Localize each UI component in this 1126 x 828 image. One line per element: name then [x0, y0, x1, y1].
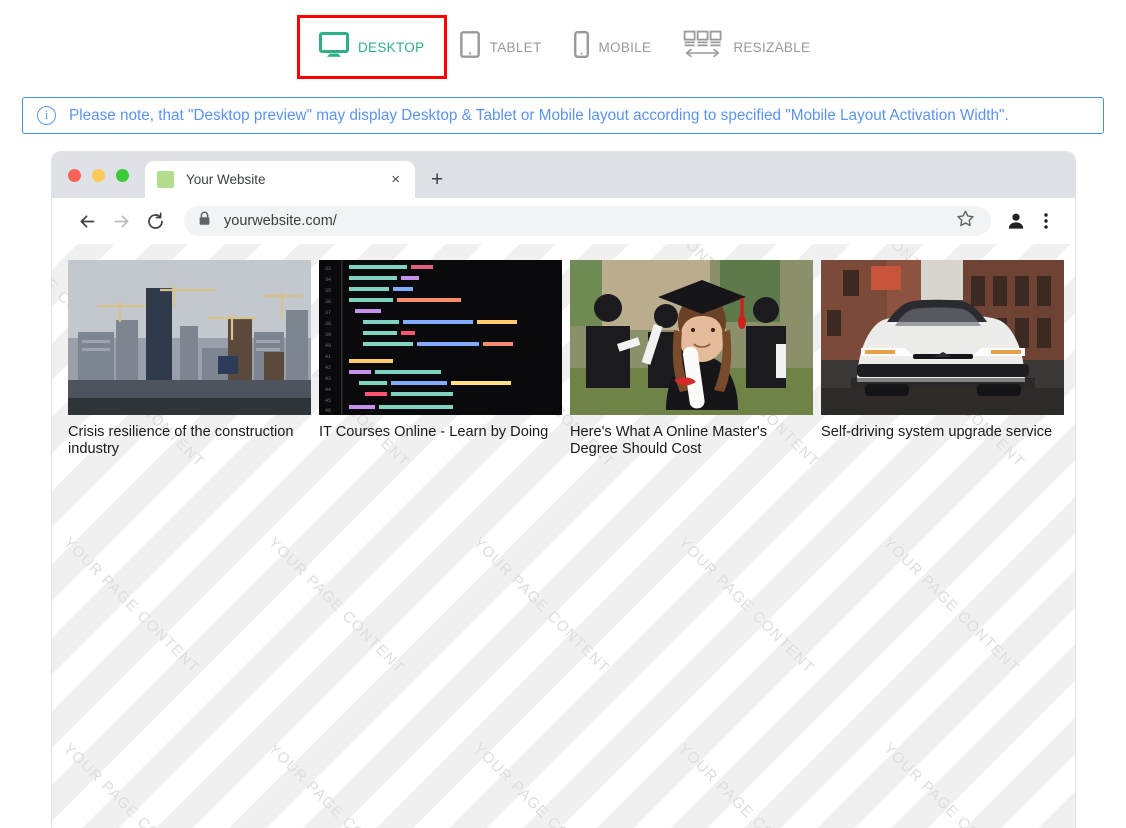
info-icon: i [37, 106, 56, 125]
device-tab-resizable-label: RESIZABLE [733, 39, 811, 55]
svg-text:40: 40 [325, 343, 331, 349]
svg-text:39: 39 [325, 332, 331, 338]
article-card[interactable]: Self-driving system upgrade service [821, 260, 1064, 458]
svg-text:33: 33 [325, 266, 331, 272]
svg-text:44: 44 [325, 387, 331, 393]
preview-notice-bar: i Please note, that "Desktop preview" ma… [22, 97, 1104, 134]
article-card-caption: Here's What A Online Master's Degree Sho… [570, 424, 767, 458]
website-page-content: YOUR PAGE CONTENT YOUR PAGE CONTENT YOUR… [52, 244, 1075, 828]
article-card-list: Crisis resilience of the construction in… [52, 244, 1075, 458]
device-tab-tablet[interactable]: TABLET [444, 18, 558, 76]
browser-toolbar: yourwebsite.com/ [52, 198, 1075, 244]
device-tab-desktop-label: DESKTOP [358, 39, 425, 55]
article-card-caption: Crisis resilience of the construction in… [68, 424, 294, 458]
favicon-icon [157, 171, 174, 188]
watermark-text: YOUR PAGE CONTENT [59, 740, 203, 828]
svg-text:42: 42 [325, 365, 331, 371]
graduation-photo [570, 260, 813, 415]
watermark-text: YOUR PAGE CONTENT [469, 740, 613, 828]
monitor-icon [319, 31, 349, 63]
device-tab-desktop[interactable]: DESKTOP [296, 15, 447, 79]
article-card[interactable]: 33 34 35 36 37 38 39 40 41 42 43 44 45 46 [319, 260, 562, 458]
person-icon[interactable] [1001, 206, 1031, 236]
svg-text:41: 41 [325, 354, 331, 360]
preview-notice-text: Please note, that "Desktop preview" may … [69, 106, 1009, 124]
close-icon[interactable]: × [388, 170, 403, 189]
watermark-text: YOUR PAGE CONTENT [264, 534, 408, 677]
watermark-text: YOUR PAGE CONTENT [264, 740, 408, 828]
address-bar-url: yourwebsite.com/ [224, 213, 337, 229]
svg-text:36: 36 [325, 299, 331, 305]
resizable-icon [683, 30, 723, 65]
watermark-text: YOUR PAGE CONTENT [879, 740, 1023, 828]
browser-tab-strip: Your Website × + [52, 152, 1075, 198]
watermark-text: YOUR PAGE CONTENT [674, 740, 818, 828]
browser-preview-window: Your Website × + yourwebsite.com/ YOUR P… [52, 152, 1075, 828]
window-zoom-button[interactable] [116, 168, 129, 182]
device-preview-selector: DESKTOP TABLET MOBILE RESIZABLE [0, 0, 1126, 94]
svg-text:35: 35 [325, 288, 331, 294]
article-card[interactable]: Here's What A Online Master's Degree Sho… [570, 260, 813, 458]
reload-icon[interactable] [138, 204, 172, 238]
star-icon[interactable] [956, 209, 977, 233]
mobile-icon [573, 31, 589, 63]
svg-text:37: 37 [325, 310, 331, 316]
tablet-icon [459, 31, 480, 63]
svg-text:46: 46 [325, 408, 331, 414]
kebab-menu-icon[interactable] [1031, 206, 1061, 236]
svg-text:45: 45 [325, 398, 331, 404]
device-tab-tablet-label: TABLET [489, 39, 542, 55]
source-code-photo: 33 34 35 36 37 38 39 40 41 42 43 44 45 46 [319, 260, 562, 415]
svg-text:38: 38 [325, 321, 331, 327]
device-tab-mobile-label: MOBILE [598, 39, 652, 55]
svg-text:34: 34 [325, 277, 331, 283]
watermark-text: YOUR PAGE CONTENT [674, 534, 818, 677]
window-close-button[interactable] [68, 168, 81, 182]
white-car-photo [821, 260, 1064, 415]
arrow-left-icon[interactable] [70, 204, 104, 238]
browser-tab-title: Your Website [186, 172, 266, 187]
window-minimize-button[interactable] [92, 168, 105, 182]
watermark-text: YOUR PAGE CONTENT [59, 534, 203, 677]
svg-text:43: 43 [325, 376, 331, 382]
new-tab-button[interactable]: + [431, 169, 443, 190]
article-card[interactable]: Crisis resilience of the construction in… [68, 260, 311, 458]
browser-tab[interactable]: Your Website × [145, 161, 415, 198]
article-card-caption: IT Courses Online - Learn by Doing [319, 424, 549, 440]
article-card-caption: Self-driving system upgrade service [821, 424, 1053, 440]
lock-icon [198, 211, 211, 231]
address-bar[interactable]: yourwebsite.com/ [184, 206, 991, 236]
construction-site-photo [68, 260, 311, 415]
window-controls [68, 152, 145, 198]
device-tab-resizable[interactable]: RESIZABLE [667, 18, 826, 76]
device-tabs: DESKTOP TABLET MOBILE RESIZABLE [296, 15, 827, 79]
watermark-text: YOUR PAGE CONTENT [879, 534, 1023, 677]
device-tab-mobile[interactable]: MOBILE [558, 18, 668, 76]
watermark-text: YOUR PAGE CONTENT [469, 534, 613, 677]
arrow-right-icon[interactable] [104, 204, 138, 238]
